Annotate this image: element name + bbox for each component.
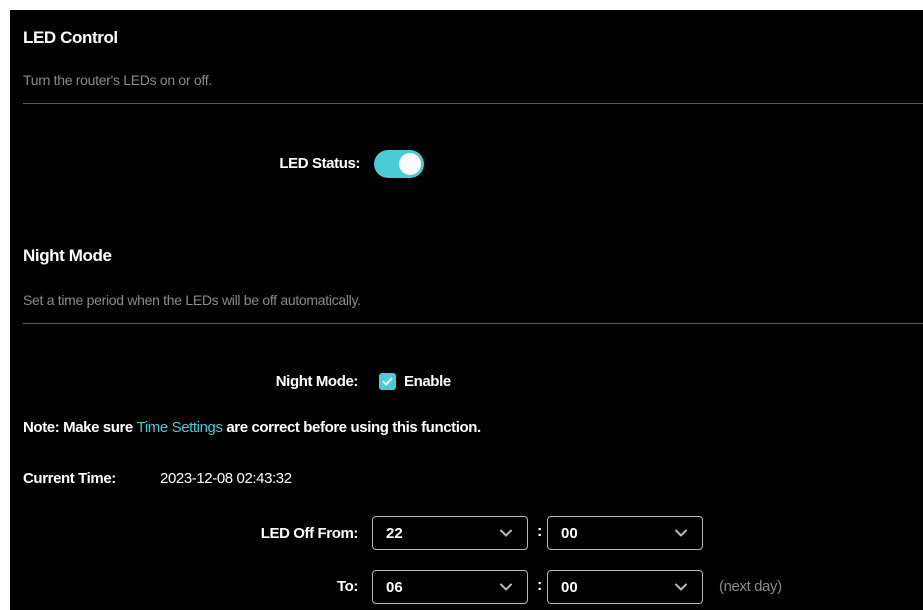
off-from-separator: :: [537, 523, 543, 540]
led-settings-panel: LED Control Turn the router's LEDs on or…: [10, 10, 923, 610]
current-time-label: Current Time:: [23, 470, 116, 487]
to-label: To:: [336, 578, 358, 595]
toggle-knob: [399, 153, 421, 175]
night-mode-divider: [23, 323, 923, 324]
chevron-down-icon: [500, 529, 512, 537]
note-text-after: are correct before using this function.: [222, 419, 481, 436]
next-day-label: (next day): [719, 578, 782, 595]
note-prefix: Note:: [23, 419, 60, 436]
off-from-minute-value: 00: [561, 525, 578, 542]
led-control-title: LED Control: [23, 28, 118, 47]
to-separator: :: [537, 577, 543, 594]
checkmark-icon: [382, 377, 393, 386]
night-mode-enable-checkbox[interactable]: [379, 373, 396, 390]
time-settings-link[interactable]: Time Settings: [137, 419, 223, 436]
led-control-divider: [23, 103, 923, 104]
night-mode-label: Night Mode:: [275, 373, 359, 390]
current-time-value: 2023-12-08 02:43:32: [160, 470, 292, 487]
led-status-label: LED Status:: [279, 155, 360, 172]
night-mode-title: Night Mode: [23, 246, 112, 265]
chevron-down-icon: [500, 583, 512, 591]
off-from-hour-value: 22: [386, 525, 403, 542]
off-from-hour-select[interactable]: 22: [372, 516, 528, 550]
chevron-down-icon: [675, 583, 687, 591]
off-from-minute-select[interactable]: 00: [547, 516, 703, 550]
chevron-down-icon: [675, 529, 687, 537]
to-minute-select[interactable]: 00: [547, 570, 703, 604]
led-control-description: Turn the router's LEDs on or off.: [23, 72, 212, 88]
night-mode-description: Set a time period when the LEDs will be …: [23, 292, 361, 308]
led-status-toggle[interactable]: [374, 150, 424, 178]
led-off-from-label: LED Off From:: [260, 525, 359, 542]
to-hour-select[interactable]: 06: [372, 570, 528, 604]
to-hour-value: 06: [386, 579, 403, 596]
night-mode-enable-label[interactable]: Enable: [404, 373, 451, 390]
to-minute-value: 00: [561, 579, 578, 596]
note-text-before: Make sure: [59, 419, 137, 436]
time-settings-note: Note: Make sure Time Settings are correc…: [23, 419, 481, 436]
